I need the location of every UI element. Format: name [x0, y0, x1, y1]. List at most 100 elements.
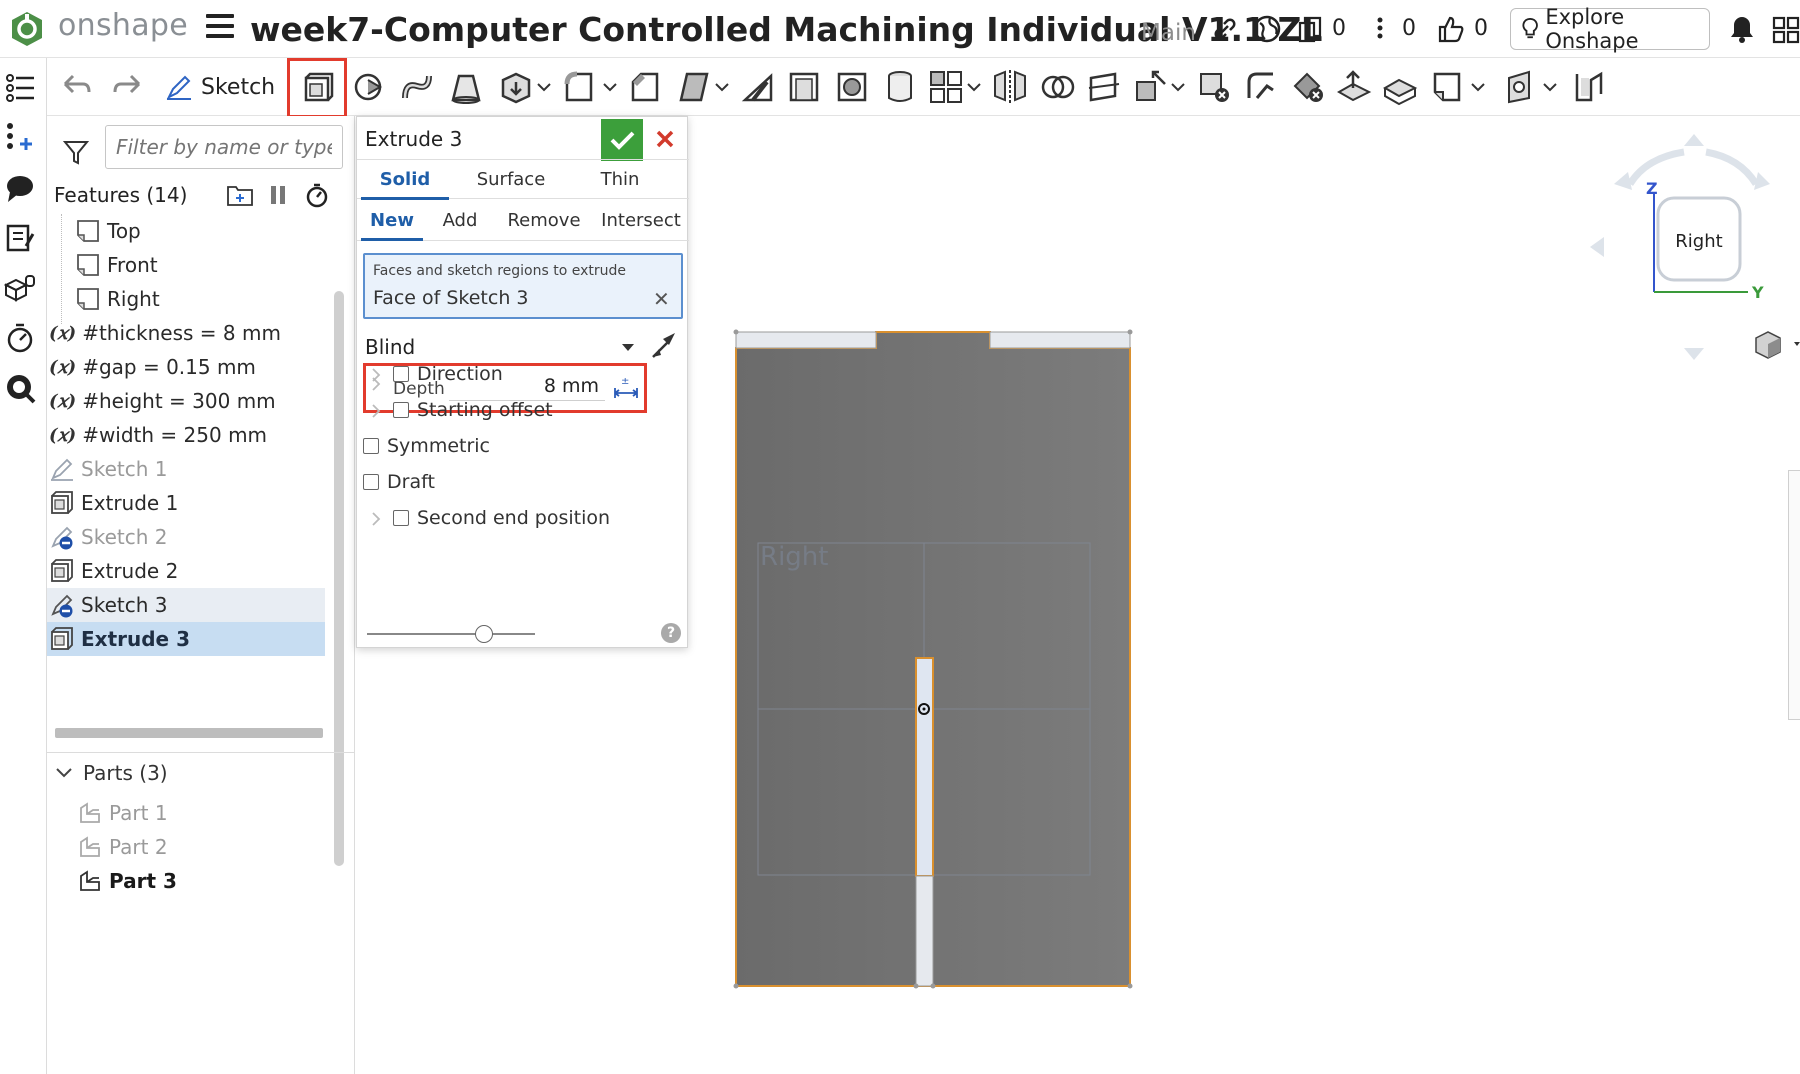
chevron-down-icon[interactable]	[537, 82, 551, 92]
feature-item-sketch-3[interactable]: Sketch 3	[47, 588, 325, 622]
chevron-down-icon[interactable]	[1171, 82, 1185, 92]
end-type-select[interactable]: Blind	[365, 335, 415, 359]
chevron-down-icon[interactable]	[715, 82, 729, 92]
filter-input[interactable]	[105, 125, 343, 169]
parts-appearance-icon[interactable]	[4, 272, 36, 304]
feature-item-sketch-1[interactable]: Sketch 1	[47, 452, 325, 486]
clear-selection-icon[interactable]: ✕	[653, 287, 670, 311]
move-face-icon[interactable]	[1335, 68, 1373, 106]
explore-onshape-button[interactable]: Explore Onshape	[1510, 5, 1710, 53]
measure-icon[interactable]: ±	[613, 375, 639, 401]
tab-add[interactable]: Add	[433, 201, 487, 241]
chamfer-icon[interactable]	[627, 68, 665, 106]
like-icon[interactable]	[1436, 14, 1466, 44]
cancel-button[interactable]	[651, 125, 679, 153]
onshape-logo-icon[interactable]	[8, 10, 46, 48]
feature-item-variable-height[interactable]: (𝑥) #height = 300 mm	[47, 384, 325, 418]
feature-item-extrude-2[interactable]: Extrude 2	[47, 554, 325, 588]
chevron-down-icon[interactable]	[603, 82, 617, 92]
comment-icon[interactable]	[4, 172, 36, 204]
symmetric-checkbox[interactable]	[363, 438, 379, 454]
replace-face-icon[interactable]	[1381, 68, 1419, 106]
feature-item-variable-gap[interactable]: (𝑥) #gap = 0.15 mm	[47, 350, 325, 384]
feature-list-icon[interactable]	[4, 72, 36, 104]
view-cube-menu-icon[interactable]	[1755, 331, 1800, 359]
cylinder-icon[interactable]	[881, 68, 919, 106]
feature-item-sketch-2[interactable]: Sketch 2	[47, 520, 325, 554]
sketch-button[interactable]: Sketch	[165, 70, 275, 104]
chevron-right-icon[interactable]	[371, 512, 381, 526]
delete-part-icon[interactable]	[1195, 68, 1233, 106]
add-mate-icon[interactable]	[4, 122, 36, 154]
branch-label[interactable]: Main	[1141, 20, 1196, 46]
link-icon[interactable]	[1210, 14, 1240, 44]
draft-option[interactable]: Draft	[363, 471, 435, 493]
starting-offset-checkbox[interactable]	[393, 402, 409, 418]
comments-dots-icon[interactable]	[1370, 14, 1390, 44]
parts-header[interactable]: Parts (3)	[55, 761, 168, 785]
flip-direction-icon[interactable]	[649, 329, 679, 359]
chevron-down-icon[interactable]	[1543, 82, 1557, 92]
app-grid-icon[interactable]	[1772, 14, 1800, 44]
notifications-bell-icon[interactable]	[1728, 14, 1756, 44]
loft-icon[interactable]	[447, 68, 485, 106]
add-folder-icon[interactable]	[226, 182, 254, 208]
revolve-icon[interactable]	[350, 68, 388, 106]
tab-surface[interactable]: Surface	[463, 160, 559, 200]
starting-offset-option[interactable]: Starting offset	[393, 399, 553, 421]
help-icon[interactable]: ?	[661, 623, 681, 643]
chevron-down-icon[interactable]	[621, 343, 635, 353]
slot-highlight[interactable]	[915, 657, 934, 877]
preview-slider-knob[interactable]	[475, 625, 493, 643]
notes-icon[interactable]	[4, 222, 36, 254]
rollback-timer-icon[interactable]	[304, 182, 330, 208]
tab-new[interactable]: New	[361, 201, 423, 241]
second-end-checkbox[interactable]	[393, 510, 409, 526]
tab-remove[interactable]: Remove	[499, 201, 589, 241]
part-item-1[interactable]: Part 1	[77, 796, 168, 830]
extrude-tool-icon[interactable]	[298, 68, 336, 106]
feature-list-hscrollbar[interactable]	[55, 728, 323, 738]
mate-connector-icon[interactable]	[1503, 68, 1541, 106]
second-end-option[interactable]: Second end position	[393, 507, 610, 529]
globe-icon[interactable]	[1252, 14, 1282, 44]
pause-icon[interactable]	[268, 182, 288, 208]
pattern-icon[interactable]	[927, 68, 965, 106]
direction-option[interactable]: Direction	[393, 363, 503, 385]
transform-icon[interactable]	[1131, 68, 1169, 106]
part-item-3[interactable]: Part 3	[77, 864, 177, 898]
tab-intersect[interactable]: Intersect	[597, 201, 685, 241]
chevron-down-icon[interactable]	[967, 82, 981, 92]
feature-item-variable-thickness[interactable]: (𝑥) #thickness = 8 mm	[47, 316, 325, 350]
view-cube[interactable]: Z Y Right	[1588, 132, 1800, 372]
feature-list-scrollbar[interactable]	[334, 291, 344, 866]
sheet-metal-icon[interactable]	[1571, 68, 1609, 106]
delete-face-icon[interactable]	[1289, 68, 1327, 106]
fillet-icon[interactable]	[561, 68, 599, 106]
part-view[interactable]: Right	[728, 328, 1138, 994]
filter-icon[interactable]	[62, 138, 90, 166]
symmetric-option[interactable]: Symmetric	[363, 435, 490, 457]
sweep-icon[interactable]	[399, 68, 437, 106]
hamburger-menu-icon[interactable]	[206, 14, 234, 44]
redo-icon[interactable]	[109, 68, 147, 106]
history-timer-icon[interactable]	[4, 322, 36, 354]
feature-item-top-plane[interactable]: Top	[47, 214, 325, 248]
feature-item-front-plane[interactable]: Front	[47, 248, 325, 282]
undo-icon[interactable]	[57, 68, 95, 106]
part-item-2[interactable]: Part 2	[77, 830, 168, 864]
split-icon[interactable]	[1085, 68, 1123, 106]
chevron-right-icon[interactable]	[371, 404, 381, 418]
search-help-icon[interactable]	[4, 372, 36, 404]
rib-icon[interactable]	[739, 68, 777, 106]
selection-box[interactable]: Faces and sketch regions to extrude Face…	[363, 253, 683, 319]
feature-item-extrude-3[interactable]: Extrude 3	[47, 622, 325, 656]
brand-wordmark[interactable]: onshape	[58, 8, 188, 43]
feature-item-right-plane[interactable]: Right	[47, 282, 325, 316]
plane-icon[interactable]	[1429, 68, 1467, 106]
draft-icon[interactable]	[675, 68, 713, 106]
hole-icon[interactable]	[833, 68, 871, 106]
preview-slider-track[interactable]	[367, 633, 535, 635]
copies-icon[interactable]	[1296, 14, 1326, 44]
draft-checkbox[interactable]	[363, 474, 379, 490]
